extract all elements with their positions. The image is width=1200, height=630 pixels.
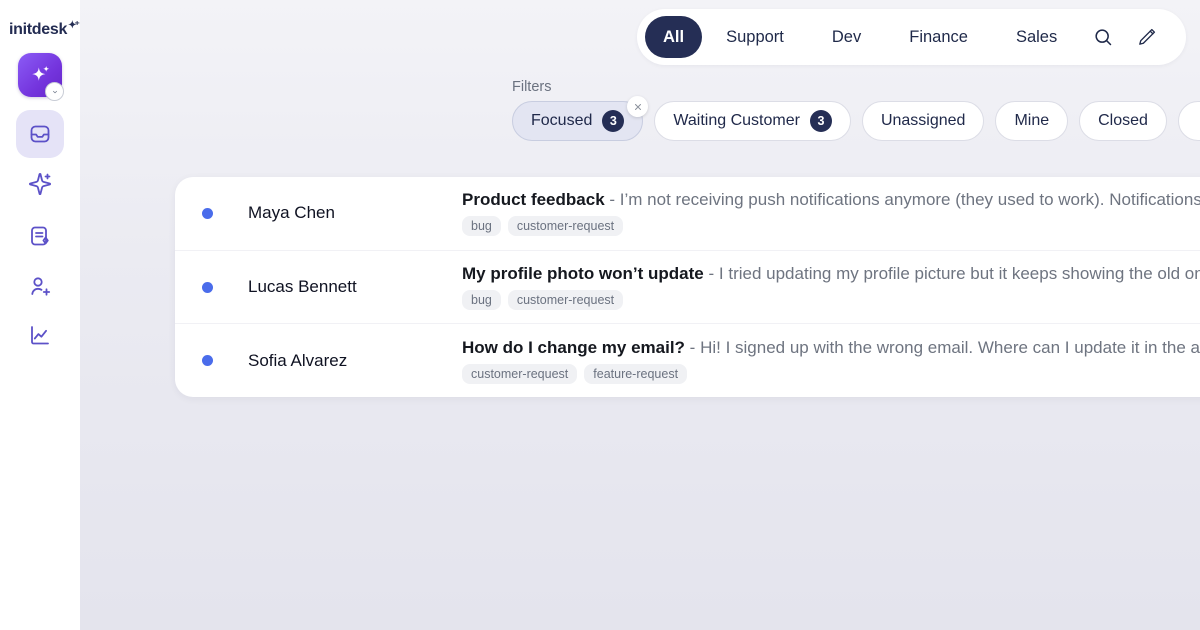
tab-support[interactable]: Support [702,9,808,65]
filter-chip-partial[interactable] [1178,101,1200,141]
filter-chip-label: Focused [531,112,592,130]
ticket-preview: Hi! I signed up with the wrong email. Wh… [700,338,1200,357]
ticket-tags: bug customer-request [462,216,1200,236]
unread-status-dot [202,282,213,293]
brand-logo: initdesk✦⁺ [9,20,78,39]
sidebar-item-contacts[interactable] [16,262,64,310]
ticket-title: Product feedback [462,190,605,209]
tag-badge: bug [462,216,501,236]
ticket-content: My profile photo won’t update - I tried … [462,264,1200,310]
ticket-list: Maya Chen Product feedback - I’m not rec… [175,177,1200,397]
sidebar-item-assistant[interactable] [16,160,64,208]
tab-finance[interactable]: Finance [885,9,992,65]
compose-pencil-icon [1137,27,1157,47]
tag-badge: feature-request [584,364,687,384]
filter-chip-unassigned[interactable]: Unassigned [862,101,985,141]
sidebar-item-inbox[interactable] [16,110,64,158]
filter-chip-waiting-customer[interactable]: Waiting Customer 3 [654,101,851,141]
inbox-icon [28,122,52,146]
tab-all[interactable]: All [645,16,702,58]
ticket-sender-name: Lucas Bennett [248,277,357,297]
tab-sales[interactable]: Sales [992,9,1081,65]
tag-badge: customer-request [508,216,623,236]
ticket-content: How do I change my email? - Hi! I signed… [462,338,1200,384]
search-button[interactable] [1081,15,1125,59]
ticket-title: My profile photo won’t update [462,264,704,283]
search-icon [1093,27,1113,47]
tag-badge: bug [462,290,501,310]
ticket-tags: bug customer-request [462,290,1200,310]
ticket-preview: I tried updating my profile picture but … [719,264,1200,283]
ticket-sender-name: Maya Chen [248,203,335,223]
filter-chip-label: Waiting Customer [673,112,800,130]
ticket-separator: - [690,338,696,357]
ticket-sender-name: Sofia Alvarez [248,351,347,371]
filters-label: Filters [512,79,551,95]
ticket-row-lucas-bennett[interactable]: Lucas Bennett My profile photo won’t upd… [175,250,1200,324]
unread-status-dot [202,355,213,366]
sparkles-icon [28,172,52,196]
tag-badge: customer-request [462,364,577,384]
compose-button[interactable] [1125,15,1169,59]
note-sparkle-icon [28,224,52,248]
workspace-switcher-badge[interactable] [45,82,64,101]
ticket-row-sofia-alvarez[interactable]: Sofia Alvarez How do I change my email? … [175,323,1200,397]
filter-chips-row: Focused 3 Waiting Customer 3 Unassigned … [512,101,1200,141]
chart-line-icon [28,323,52,347]
sidebar-item-analytics[interactable] [16,311,64,359]
brand-sparkle-icon: ✦⁺ [68,20,78,31]
ticket-summary-line: How do I change my email? - Hi! I signed… [462,338,1200,358]
sidebar-item-notes[interactable] [16,212,64,260]
filter-chip-focused[interactable]: Focused 3 [512,101,643,141]
filter-chip-label: Unassigned [881,112,966,130]
chevron-down-icon [50,87,60,97]
tag-badge: customer-request [508,290,623,310]
ticket-row-maya-chen[interactable]: Maya Chen Product feedback - I’m not rec… [175,177,1200,250]
ticket-separator: - [709,264,715,283]
sidebar: initdesk✦⁺ [0,0,80,630]
filter-chip-label: Closed [1098,112,1148,130]
filter-chip-closed[interactable]: Closed [1079,101,1167,141]
user-plus-icon [28,274,52,298]
close-icon [633,102,643,112]
ticket-summary-line: Product feedback - I’m not receiving pus… [462,190,1200,210]
ticket-preview: I’m not receiving push notifications any… [620,190,1200,209]
ticket-tags: customer-request feature-request [462,364,1200,384]
tab-dev[interactable]: Dev [808,9,885,65]
ticket-separator: - [609,190,615,209]
ticket-title: How do I change my email? [462,338,685,357]
top-nav-bar: All Support Dev Finance Sales [637,9,1186,65]
ticket-content: Product feedback - I’m not receiving pus… [462,190,1200,236]
count-badge: 3 [810,110,832,132]
unread-status-dot [202,208,213,219]
filter-chip-label: Mine [1014,112,1049,130]
count-badge: 3 [602,110,624,132]
filter-chip-mine[interactable]: Mine [995,101,1068,141]
ticket-summary-line: My profile photo won’t update - I tried … [462,264,1200,284]
brand-name: initdesk [9,21,67,38]
remove-filter-button[interactable] [627,96,648,117]
